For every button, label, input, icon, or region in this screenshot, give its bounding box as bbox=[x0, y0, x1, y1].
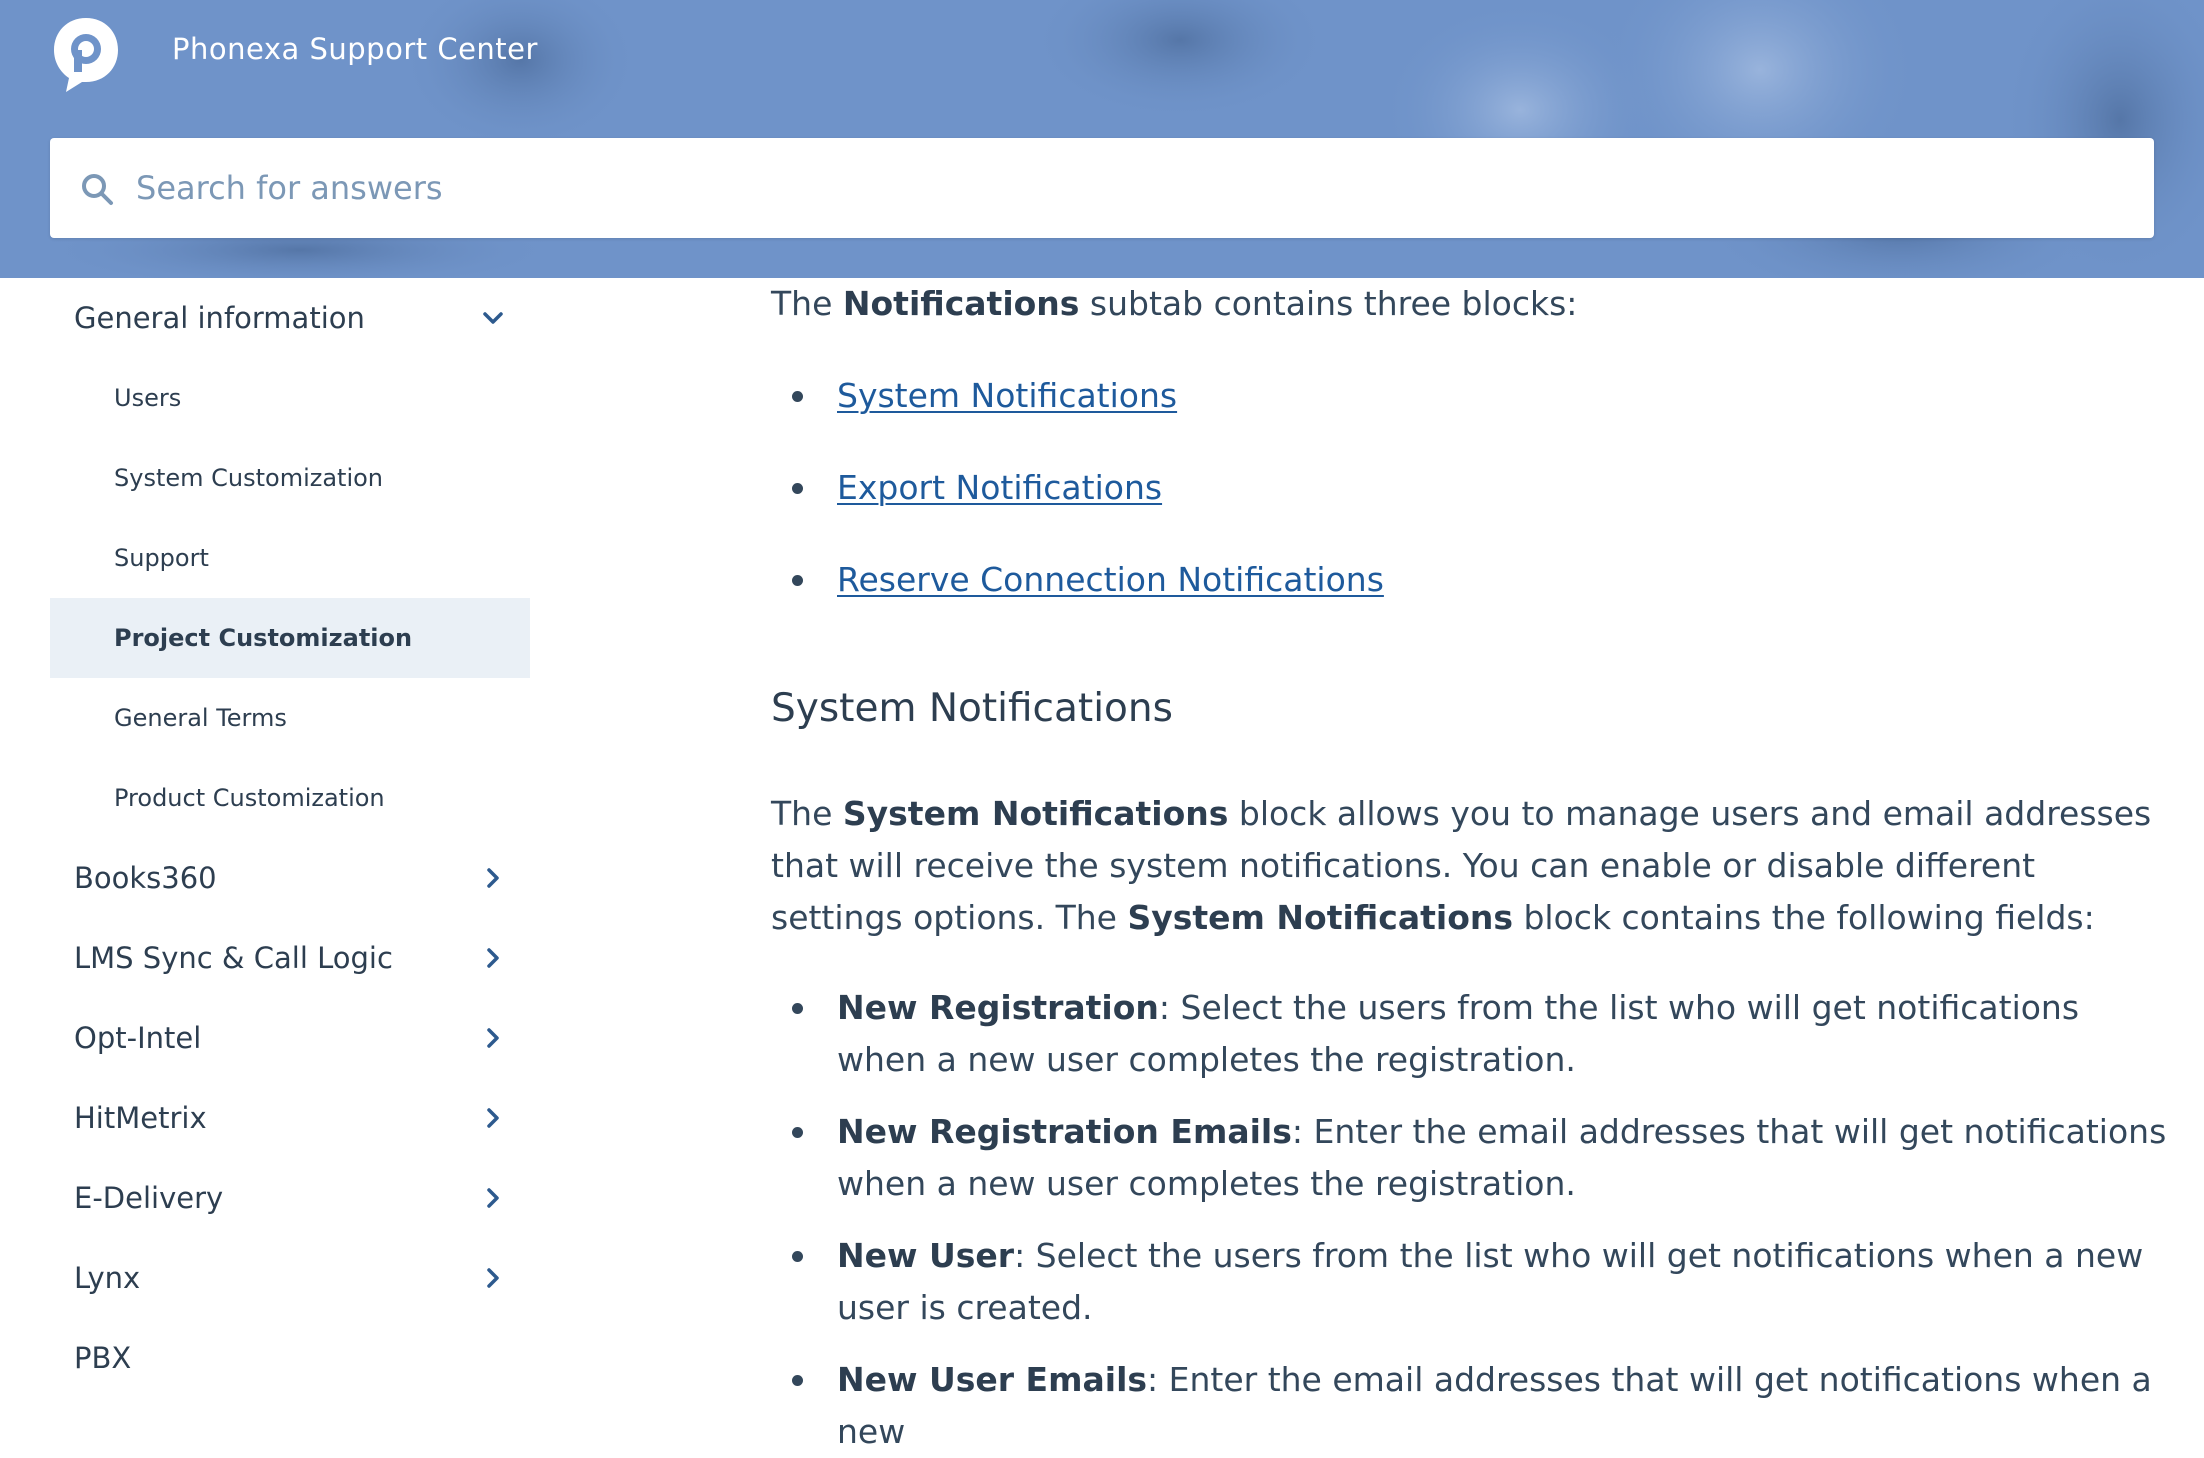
bullet-icon bbox=[792, 1375, 803, 1386]
bullet-icon bbox=[792, 483, 803, 494]
link-system-notifications[interactable]: System Notifications bbox=[837, 376, 1177, 415]
para-bold: System Notifications bbox=[1127, 898, 1513, 937]
para-bold: System Notifications bbox=[842, 794, 1229, 833]
chevron-right-icon bbox=[487, 1268, 499, 1288]
field-item-new-user: New User: Select the users from the list… bbox=[771, 1230, 2171, 1334]
para-text: block contains the following fields: bbox=[1513, 898, 2095, 937]
chevron-right-icon bbox=[487, 1108, 499, 1128]
sidebar-nav: General information Users System Customi… bbox=[10, 278, 540, 1408]
sidebar-section-books360[interactable]: Books360 bbox=[50, 838, 540, 918]
field-term: New Registration bbox=[837, 988, 1159, 1027]
site-header: Phonexa Support Center bbox=[0, 0, 2204, 278]
sidebar-section-label: General information bbox=[74, 301, 365, 335]
sidebar-section-label: LMS Sync & Call Logic bbox=[74, 941, 393, 975]
site-title[interactable]: Phonexa Support Center bbox=[172, 32, 538, 66]
field-item-new-user-emails: New User Emails: Enter the email address… bbox=[771, 1354, 2171, 1458]
sidebar-section-general-information[interactable]: General information bbox=[50, 278, 540, 358]
para-text: The bbox=[771, 794, 843, 833]
list-item: System Notifications bbox=[771, 370, 1177, 422]
search-icon bbox=[82, 174, 113, 205]
field-item-new-registration: New Registration: Select the users from … bbox=[771, 982, 2171, 1086]
chevron-right-icon bbox=[487, 868, 499, 888]
system-notifications-paragraph: The System Notifications block allows yo… bbox=[771, 788, 2171, 944]
sidebar-section-lynx[interactable]: Lynx bbox=[50, 1238, 540, 1318]
bullet-icon bbox=[792, 1127, 803, 1138]
sidebar-section-label: PBX bbox=[74, 1341, 132, 1375]
intro-text: The bbox=[771, 284, 843, 323]
sidebar-section-lms-sync-call-logic[interactable]: LMS Sync & Call Logic bbox=[50, 918, 540, 998]
sidebar-section-label: Lynx bbox=[74, 1261, 141, 1295]
link-export-notifications[interactable]: Export Notifications bbox=[837, 468, 1162, 507]
sidebar-section-label: Opt-Intel bbox=[74, 1021, 202, 1055]
sidebar-item-project-customization[interactable]: Project Customization bbox=[50, 598, 530, 678]
bullet-icon bbox=[792, 391, 803, 402]
list-item: Reserve Connection Notifications bbox=[771, 554, 1384, 606]
sidebar-section-hitmetrix[interactable]: HitMetrix bbox=[50, 1078, 540, 1158]
field-desc: : Select the users from the list who wil… bbox=[837, 1236, 2144, 1327]
sidebar-item-system-customization[interactable]: System Customization bbox=[50, 438, 530, 518]
intro-bold: Notifications bbox=[842, 284, 1080, 323]
chevron-down-icon bbox=[483, 312, 503, 324]
field-term: New Registration Emails bbox=[837, 1112, 1292, 1151]
chevron-right-icon bbox=[487, 1028, 499, 1048]
field-item-new-registration-emails: New Registration Emails: Enter the email… bbox=[771, 1106, 2171, 1210]
bullet-icon bbox=[792, 1003, 803, 1014]
sidebar-item-general-terms[interactable]: General Terms bbox=[50, 678, 530, 758]
sidebar-section-label: E-Delivery bbox=[74, 1181, 224, 1215]
section-heading-system-notifications: System Notifications bbox=[771, 686, 1173, 731]
intro-paragraph: The Notifications subtab contains three … bbox=[771, 278, 2171, 330]
list-item: Export Notifications bbox=[771, 462, 1162, 514]
chevron-right-icon bbox=[487, 948, 499, 968]
sidebar-section-label: HitMetrix bbox=[74, 1101, 207, 1135]
sidebar-section-opt-intel[interactable]: Opt-Intel bbox=[50, 998, 540, 1078]
field-term: New User bbox=[837, 1236, 1015, 1275]
bullet-icon bbox=[792, 575, 803, 586]
sidebar-section-label: Books360 bbox=[74, 861, 217, 895]
sidebar-item-support[interactable]: Support bbox=[50, 518, 530, 598]
field-term: New User Emails bbox=[837, 1360, 1148, 1399]
sidebar-item-users[interactable]: Users bbox=[50, 358, 530, 438]
sidebar-section-e-delivery[interactable]: E-Delivery bbox=[50, 1158, 540, 1238]
search-input[interactable] bbox=[134, 150, 2134, 226]
link-reserve-connection-notifications[interactable]: Reserve Connection Notifications bbox=[837, 560, 1384, 599]
intro-text: subtab contains three blocks: bbox=[1079, 284, 1578, 323]
bullet-icon bbox=[792, 1251, 803, 1262]
chevron-right-icon bbox=[487, 1188, 499, 1208]
sidebar-section-pbx[interactable]: PBX bbox=[50, 1318, 540, 1398]
sidebar-item-product-customization[interactable]: Product Customization bbox=[50, 758, 530, 838]
phonexa-logo-icon[interactable] bbox=[48, 14, 124, 94]
